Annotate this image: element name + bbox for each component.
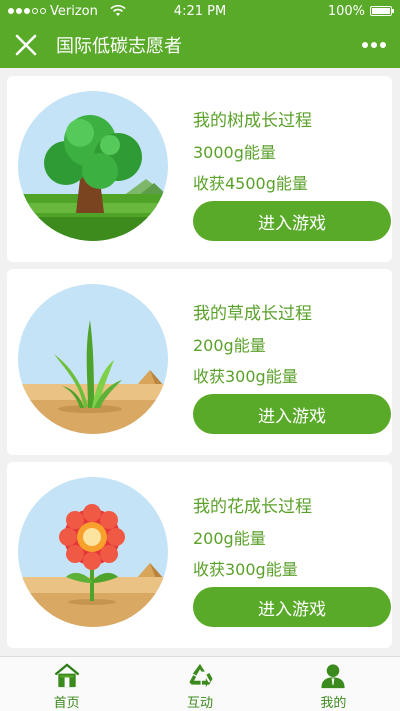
recycle-icon <box>189 663 213 688</box>
card-grass: 我的草成长过程 200g能量 收获300g能量 进入游戏 <box>7 269 392 455</box>
tab-label: 首页 <box>53 696 80 711</box>
enter-game-button[interactable]: 进入游戏 <box>193 587 391 627</box>
close-icon[interactable] <box>14 33 38 57</box>
tab-label: 互动 <box>186 696 213 711</box>
wifi-icon <box>110 5 126 16</box>
tab-bar: 首页 互动 我的 <box>0 656 400 711</box>
signal-icon <box>8 8 46 14</box>
card-list: 我的树成长过程 3000g能量 收获4500g能量 进入游戏 我的草成长过程 2… <box>0 68 400 656</box>
card-title: 我的花成长过程 <box>193 497 312 517</box>
tab-label: 我的 <box>320 696 347 711</box>
card-harvest: 收获300g能量 <box>193 367 298 386</box>
tree-illustration <box>18 91 168 241</box>
grass-illustration <box>18 284 168 434</box>
card-harvest: 收获300g能量 <box>193 560 298 579</box>
nav-bar: 国际低碳志愿者 <box>0 22 400 68</box>
tab-mine[interactable]: 我的 <box>267 657 400 711</box>
enter-game-button[interactable]: 进入游戏 <box>193 201 391 241</box>
more-icon[interactable] <box>362 42 386 48</box>
status-right: 100% <box>327 3 394 19</box>
tab-home[interactable]: 首页 <box>0 657 133 711</box>
card-energy: 200g能量 <box>193 529 266 548</box>
card-title: 我的草成长过程 <box>193 304 312 324</box>
user-icon <box>321 664 345 689</box>
card-energy: 3000g能量 <box>193 143 276 162</box>
tab-interact[interactable]: 互动 <box>133 657 266 711</box>
card-flower: 我的花成长过程 200g能量 收获300g能量 进入游戏 <box>7 462 392 648</box>
carrier-label: Verizon <box>50 3 98 19</box>
battery-percent: 100% <box>327 3 365 19</box>
card-title: 我的树成长过程 <box>193 111 312 131</box>
home-icon <box>54 663 79 688</box>
status-left: Verizon <box>8 4 126 19</box>
card-tree: 我的树成长过程 3000g能量 收获4500g能量 进入游戏 <box>7 76 392 262</box>
page-title: 国际低碳志愿者 <box>56 36 182 57</box>
enter-game-button[interactable]: 进入游戏 <box>193 394 391 434</box>
card-energy: 200g能量 <box>193 336 266 355</box>
status-bar: Verizon 4:21 PM 100% <box>0 0 400 22</box>
battery-icon <box>370 6 394 16</box>
flower-illustration <box>18 477 168 627</box>
app-header: Verizon 4:21 PM 100% 国际低碳志愿者 <box>0 0 400 68</box>
card-harvest: 收获4500g能量 <box>193 174 308 193</box>
